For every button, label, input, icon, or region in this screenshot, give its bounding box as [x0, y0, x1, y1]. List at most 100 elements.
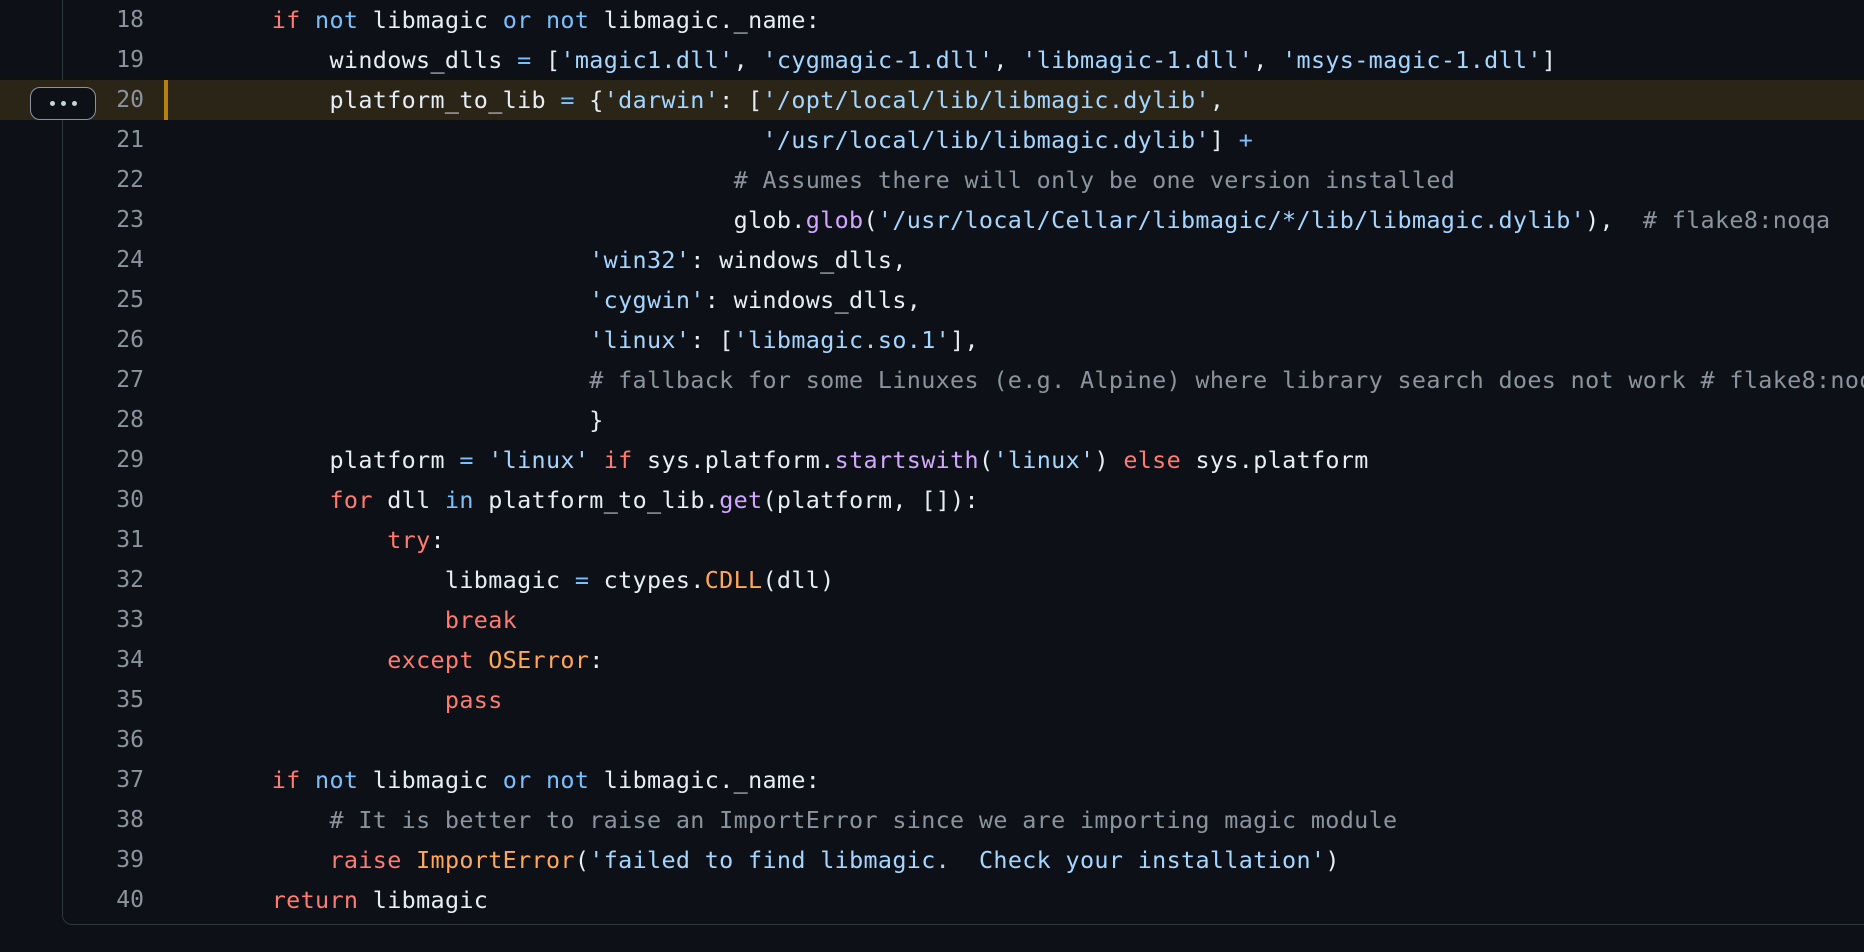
code-token: else	[1123, 446, 1182, 474]
code-line[interactable]: 18 if not libmagic or not libmagic._name…	[0, 0, 1864, 40]
line-code: if not libmagic or not libmagic._name:	[214, 760, 820, 800]
code-token: 'failed to find libmagic. Check your ins…	[589, 846, 1326, 874]
code-line[interactable]: 30 for dll in platform_to_lib.get(platfo…	[0, 480, 1864, 520]
line-number[interactable]: 32	[60, 560, 144, 600]
line-code: 'linux': ['libmagic.so.1'],	[214, 320, 979, 360]
line-number[interactable]: 33	[60, 600, 144, 640]
code-line[interactable]: 38 # It is better to raise an ImportErro…	[0, 800, 1864, 840]
line-number[interactable]: 18	[60, 0, 144, 40]
code-line[interactable]: 40 return libmagic	[0, 880, 1864, 920]
line-code: # fallback for some Linuxes (e.g. Alpine…	[214, 360, 1864, 400]
line-number[interactable]: 39	[60, 840, 144, 880]
code-token: not	[546, 766, 590, 794]
code-token: not	[315, 6, 359, 34]
code-token: sys.platform	[1181, 446, 1369, 474]
line-code: windows_dlls = ['magic1.dll', 'cygmagic-…	[214, 40, 1556, 80]
code-token: '/opt/local/lib/libmagic.dylib'	[762, 86, 1210, 114]
code-token: ImportError	[416, 846, 575, 874]
line-number[interactable]: 25	[60, 280, 144, 320]
code-token: (	[978, 446, 994, 474]
code-line[interactable]: 35 pass	[0, 680, 1864, 720]
code-line[interactable]: 22 # Assumes there will only be one vers…	[0, 160, 1864, 200]
line-number[interactable]: 21	[60, 120, 144, 160]
code-line[interactable]: 33 break	[0, 600, 1864, 640]
line-number[interactable]: 26	[60, 320, 144, 360]
code-token: 'darwin'	[603, 86, 720, 114]
code-token: libmagic	[214, 566, 575, 594]
line-number[interactable]: 22	[60, 160, 144, 200]
line-number[interactable]: 24	[60, 240, 144, 280]
code-line[interactable]: 32 libmagic = ctypes.CDLL(dll)	[0, 560, 1864, 600]
code-line[interactable]: 28 }	[0, 400, 1864, 440]
code-token: ,	[1209, 86, 1225, 114]
code-token: ]	[1209, 126, 1239, 154]
code-token: ,	[733, 46, 763, 74]
line-code: if not libmagic or not libmagic._name:	[214, 0, 820, 40]
line-code: pass	[214, 680, 503, 720]
kebab-dot	[71, 101, 77, 106]
code-token: : windows_dlls,	[704, 286, 922, 314]
code-token: ),	[1585, 206, 1643, 234]
code-token: or	[502, 6, 532, 34]
line-code: platform = 'linux' if sys.platform.start…	[214, 440, 1369, 480]
line-number[interactable]: 40	[60, 880, 144, 920]
code-token: 'linux'	[993, 446, 1095, 474]
code-line[interactable]: 39 raise ImportError('failed to find lib…	[0, 840, 1864, 880]
line-number[interactable]: 31	[60, 520, 144, 560]
code-token: libmagic._name:	[589, 6, 821, 34]
line-number[interactable]: 29	[60, 440, 144, 480]
line-number[interactable]: 19	[60, 40, 144, 80]
code-line[interactable]: 23 glob.glob('/usr/local/Cellar/libmagic…	[0, 200, 1864, 240]
code-line[interactable]: 29 platform = 'linux' if sys.platform.st…	[0, 440, 1864, 480]
code-line[interactable]: 21 '/usr/local/lib/libmagic.dylib'] +	[0, 120, 1864, 160]
code-token: if	[603, 446, 633, 474]
code-token: : windows_dlls,	[690, 246, 907, 274]
code-token: )	[1325, 846, 1340, 874]
line-number[interactable]: 35	[60, 680, 144, 720]
code-token: dll	[372, 486, 445, 514]
code-token: =	[517, 46, 532, 74]
code-line[interactable]: 24 'win32': windows_dlls,	[0, 240, 1864, 280]
line-options-button[interactable]	[30, 87, 96, 120]
line-number[interactable]: 23	[60, 200, 144, 240]
code-line[interactable]: 27 # fallback for some Linuxes (e.g. Alp…	[0, 360, 1864, 400]
code-line[interactable]: 19 windows_dlls = ['magic1.dll', 'cygmag…	[0, 40, 1864, 80]
line-number[interactable]: 38	[60, 800, 144, 840]
code-token: 'libmagic-1.dll'	[1022, 46, 1254, 74]
code-line[interactable]: 36	[0, 720, 1864, 760]
code-token: (	[863, 206, 878, 234]
line-code: libmagic = ctypes.CDLL(dll)	[214, 560, 835, 600]
line-number[interactable]: 30	[60, 480, 144, 520]
code-token: )	[1094, 446, 1124, 474]
code-token: : [	[690, 326, 734, 354]
line-number[interactable]: 34	[60, 640, 144, 680]
code-line[interactable]: 34 except OSError:	[0, 640, 1864, 680]
code-token: =	[574, 566, 590, 594]
line-number[interactable]: 27	[60, 360, 144, 400]
code-line[interactable]: 31 try:	[0, 520, 1864, 560]
line-number[interactable]: 36	[60, 720, 144, 760]
code-line[interactable]: 25 'cygwin': windows_dlls,	[0, 280, 1864, 320]
line-code: # Assumes there will only be one version…	[214, 160, 1455, 200]
code-token: +	[1238, 126, 1254, 154]
line-number[interactable]: 37	[60, 760, 144, 800]
code-line[interactable]: 37 if not libmagic or not libmagic._name…	[0, 760, 1864, 800]
line-code: for dll in platform_to_lib.get(platform,…	[214, 480, 979, 520]
code-line[interactable]: 20 platform_to_lib = {'darwin': ['/opt/l…	[0, 80, 1864, 120]
code-line[interactable]: 26 'linux': ['libmagic.so.1'],	[0, 320, 1864, 360]
line-number[interactable]: 28	[60, 400, 144, 440]
code-token: break	[444, 606, 518, 634]
code-token: libmagic	[358, 766, 503, 794]
code-token: platform	[214, 446, 460, 474]
line-code: # It is better to raise an ImportError s…	[214, 800, 1397, 840]
kebab-horizontal-icon	[49, 101, 55, 106]
